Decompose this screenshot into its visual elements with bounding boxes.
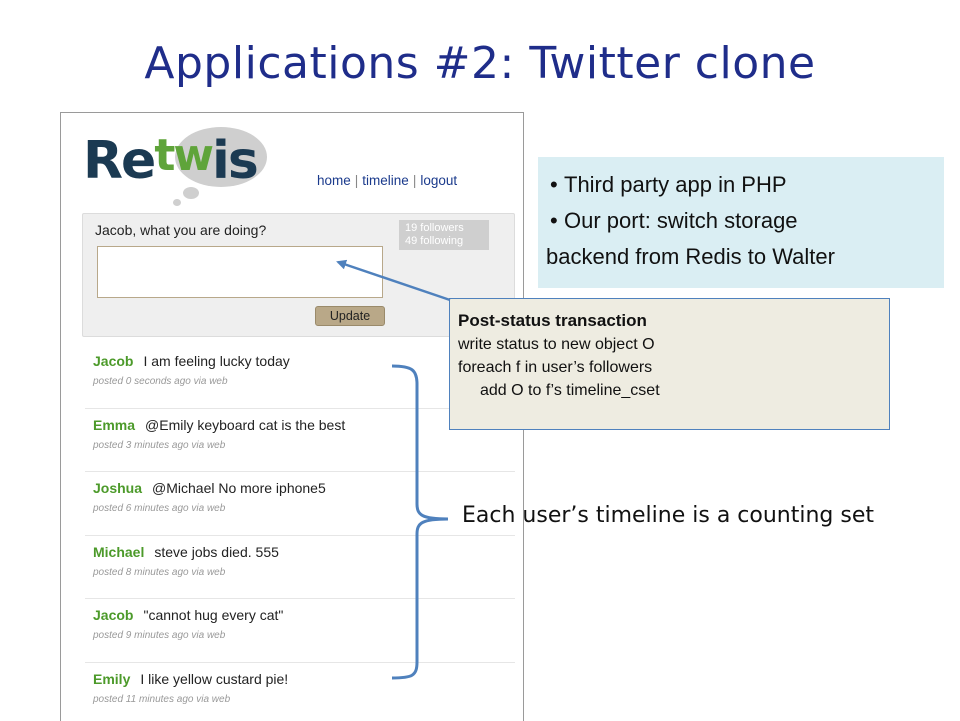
info-bullet-line: Our port: switch storage: [564, 208, 798, 233]
counting-set-label: Each user’s timeline is a counting set: [462, 503, 874, 528]
post-text: @Emily keyboard cat is the best: [145, 417, 345, 433]
logo-text: Retwis: [83, 131, 257, 191]
follow-stats: 19 followers 49 following: [399, 220, 489, 250]
timeline-post: Emily I like yellow custard pie! posted 1…: [85, 662, 515, 721]
post-timestamp: posted 11 minutes ago via web: [93, 694, 230, 705]
timeline-post: Michael steve jobs died. 555 posted 8 min…: [85, 535, 515, 599]
timeline-post: Joshua @Michael No more iphone5 posted 6 …: [85, 471, 515, 535]
slide-title: Applications #2: Twitter clone: [0, 38, 960, 89]
status-prompt: Jacob, what you are doing?: [95, 222, 266, 238]
nav-timeline-link[interactable]: timeline: [362, 173, 409, 188]
nav-separator: |: [409, 173, 421, 188]
post-text: @Michael No more iphone5: [152, 480, 326, 496]
following-count: 49 following: [405, 235, 483, 248]
logo-bubble-tiny: [173, 199, 181, 206]
nav-separator: |: [351, 173, 363, 188]
post-text: steve jobs died. 555: [154, 544, 279, 560]
transaction-callout: Post-status transaction write status to …: [449, 298, 890, 430]
post-username-link[interactable]: Jacob: [93, 353, 133, 369]
retwis-logo: Retwis: [79, 125, 279, 205]
top-nav: home|timeline|logout: [317, 173, 457, 188]
info-bullet: Third party app in PHP: [546, 167, 938, 203]
transaction-line: write status to new object O: [458, 333, 881, 356]
post-timestamp: posted 8 minutes ago via web: [93, 567, 225, 578]
followers-count: 19 followers: [405, 222, 483, 235]
info-callout: Third party app in PHP Our port: switch …: [538, 157, 944, 288]
post-username-link[interactable]: Emily: [93, 671, 130, 687]
post-username-link[interactable]: Jacob: [93, 607, 133, 623]
transaction-line: add O to f’s timeline_cset: [458, 379, 881, 402]
post-username-link[interactable]: Emma: [93, 417, 135, 433]
info-bullet: Our port: switch storage backend from Re…: [546, 203, 938, 275]
post-text: I like yellow custard pie!: [140, 671, 288, 687]
post-timestamp: posted 6 minutes ago via web: [93, 503, 225, 514]
timeline-post: Jacob "cannot hug every cat" posted 9 min…: [85, 598, 515, 662]
post-timestamp: posted 0 seconds ago via web: [93, 376, 228, 387]
post-username-link[interactable]: Joshua: [93, 480, 142, 496]
transaction-line: foreach f in user’s followers: [458, 356, 881, 379]
update-button[interactable]: Update: [315, 306, 385, 326]
info-bullet-line: backend from Redis to Walter: [546, 239, 938, 275]
post-username-link[interactable]: Michael: [93, 544, 144, 560]
nav-logout-link[interactable]: logout: [420, 173, 457, 188]
post-text: I am feeling lucky today: [143, 353, 289, 369]
status-input[interactable]: [97, 246, 383, 298]
post-timestamp: posted 3 minutes ago via web: [93, 440, 225, 451]
transaction-title: Post-status transaction: [458, 309, 881, 333]
post-text: "cannot hug every cat": [143, 607, 283, 623]
nav-home-link[interactable]: home: [317, 173, 351, 188]
post-timestamp: posted 9 minutes ago via web: [93, 630, 225, 641]
